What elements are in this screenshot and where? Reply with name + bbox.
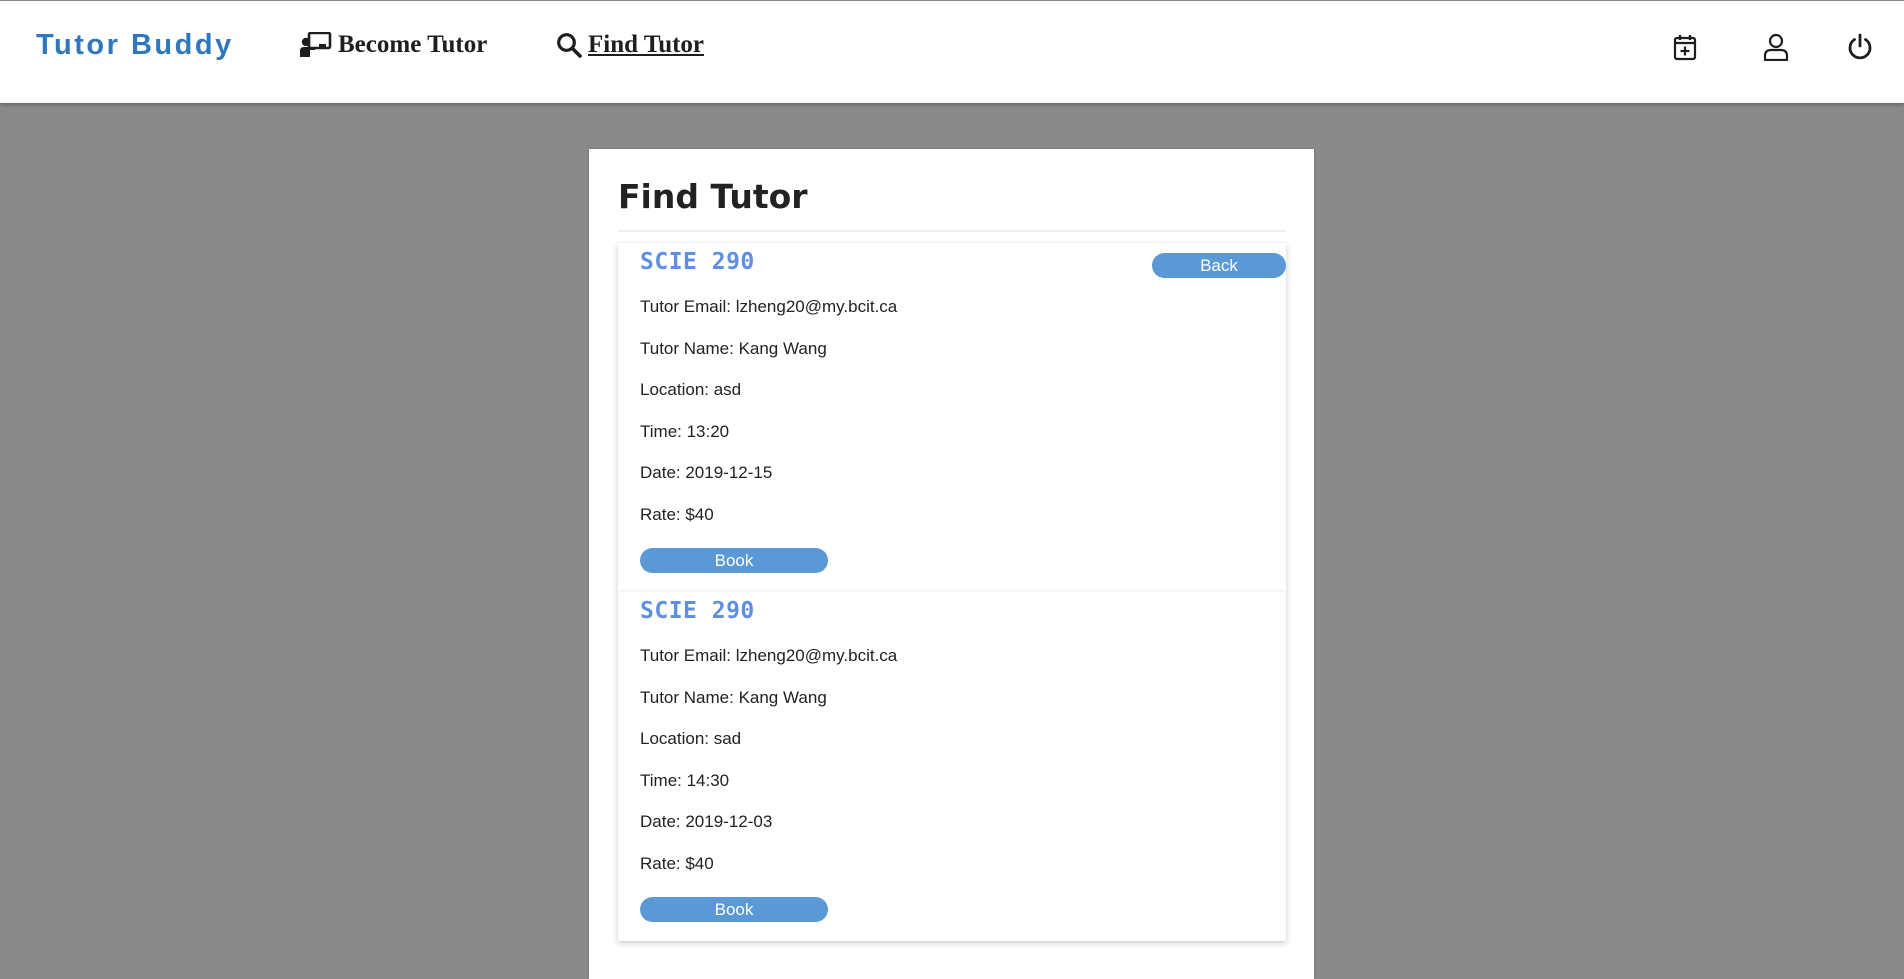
page-title: Find Tutor [618,177,808,216]
tutor-rate: Rate: $40 [640,854,714,873]
tutor-name: Tutor Name: Kang Wang [640,339,827,358]
tutor-email: Tutor Email: lzheng20@my.bcit.ca [640,646,898,665]
nav-find-tutor-label: Find Tutor [588,31,705,58]
tutor-date: Date: 2019-12-15 [640,463,773,482]
tutor-listing-card: SCIE 290 Back Tutor Email: lzheng20@my.b… [618,243,1286,592]
tutor-time: Time: 13:20 [640,422,730,441]
book-button[interactable]: Book [640,548,828,573]
tutor-listing-card: SCIE 290 Tutor Email: lzheng20@my.bcit.c… [618,592,1286,941]
chalkboard-teacher-icon [300,32,332,58]
power-icon[interactable] [1845,32,1875,62]
search-icon [556,32,582,58]
user-icon[interactable] [1761,32,1791,62]
title-divider [618,230,1286,232]
course-code: SCIE 290 [640,249,755,275]
calendar-plus-icon[interactable] [1670,32,1700,62]
nav-become-tutor-label: Become Tutor [338,31,488,58]
top-navbar: Tutor Buddy Become Tutor Find Tutor [0,1,1904,103]
tutor-location: Location: asd [640,380,742,399]
find-tutor-panel: Find Tutor SCIE 290 Back Tutor Email: lz… [589,149,1314,979]
tutor-rate: Rate: $40 [640,505,714,524]
course-code: SCIE 290 [640,598,755,624]
tutor-name: Tutor Name: Kang Wang [640,688,827,707]
book-button[interactable]: Book [640,897,828,922]
tutor-location: Location: sad [640,729,742,748]
nav-find-tutor[interactable]: Find Tutor [556,31,704,59]
tutor-time: Time: 14:30 [640,771,730,790]
brand-logo[interactable]: Tutor Buddy [36,29,234,62]
back-button[interactable]: Back [1152,253,1286,278]
tutor-email: Tutor Email: lzheng20@my.bcit.ca [640,297,898,316]
tutor-date: Date: 2019-12-03 [640,812,773,831]
nav-become-tutor[interactable]: Become Tutor [300,31,487,59]
